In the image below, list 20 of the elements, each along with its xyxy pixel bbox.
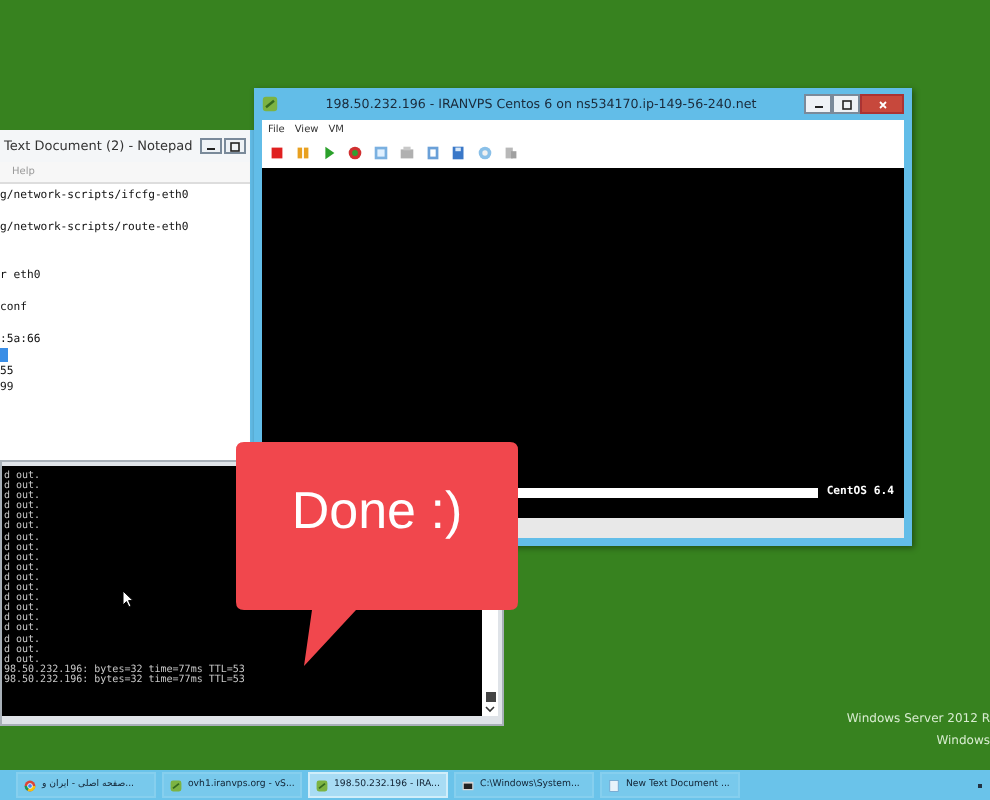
vsphere-icon: [170, 779, 182, 791]
close-button[interactable]: [860, 94, 904, 114]
scrollbar-thumb[interactable]: [485, 692, 495, 702]
minimize-button[interactable]: [200, 138, 222, 154]
close-icon: [877, 99, 887, 109]
bubble-text: Done :): [289, 480, 465, 542]
mouse-pointer-icon: [122, 590, 134, 608]
scroll-down-icon[interactable]: [484, 704, 496, 714]
maximize-button[interactable]: [224, 138, 246, 154]
maximize-button[interactable]: [832, 94, 860, 114]
save-icon[interactable]: [450, 144, 468, 162]
maximize-icon: [841, 99, 851, 109]
vsphere-icon: [316, 779, 328, 791]
maximize-icon: [230, 141, 240, 151]
app-icon: [262, 96, 278, 112]
stop-icon[interactable]: [268, 144, 286, 162]
notepad-icon: [608, 779, 620, 791]
browser-icon: [24, 779, 36, 791]
minimize-button[interactable]: [804, 94, 832, 114]
play-icon[interactable]: [320, 144, 338, 162]
